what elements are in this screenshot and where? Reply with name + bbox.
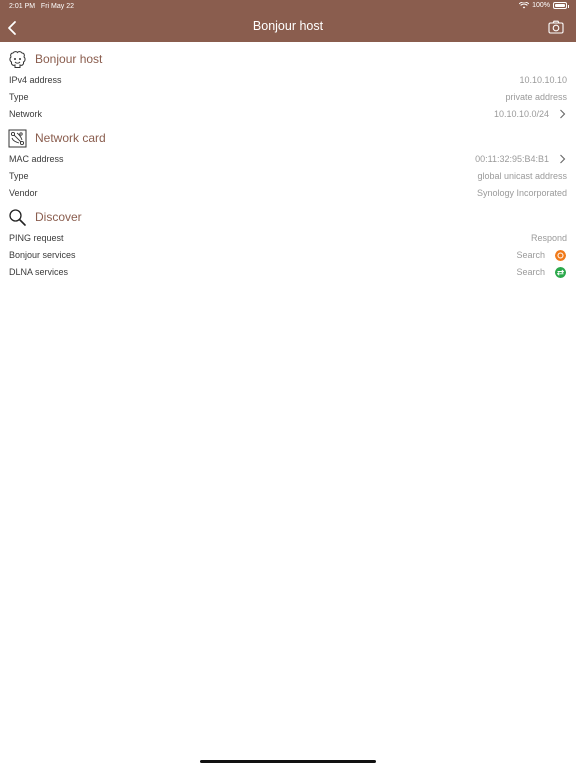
bonjour-icon xyxy=(9,51,26,68)
status-right: 100% xyxy=(519,2,569,9)
info-row-bonjour-services[interactable]: Bonjour services Search xyxy=(0,247,576,264)
home-indicator[interactable] xyxy=(200,760,376,763)
row-value: 00:11:32:95:B4:B1 xyxy=(475,154,549,164)
row-label: Type xyxy=(9,171,29,181)
dlna-badge-icon[interactable] xyxy=(555,267,566,278)
page-title: Bonjour host xyxy=(252,19,324,33)
row-label: Bonjour services xyxy=(9,250,76,260)
row-value: global unicast address xyxy=(477,171,567,181)
row-value: 10.10.10.0/24 xyxy=(493,109,549,119)
row-value: private address xyxy=(505,92,567,102)
status-time: 2:01 PM xyxy=(9,3,36,10)
row-label: IPv4 address xyxy=(9,75,62,85)
navigation-bar: Bonjour host xyxy=(0,14,576,42)
section-header: Bonjour host xyxy=(0,48,576,72)
wifi-icon xyxy=(519,2,530,9)
info-row-vendor: Vendor Synology Incorporated xyxy=(0,185,576,202)
row-label: DLNA services xyxy=(9,267,69,277)
info-row-dlna-services[interactable]: DLNA services Search xyxy=(0,264,576,281)
section-header: Network card xyxy=(0,127,576,151)
magnifier-icon xyxy=(9,209,26,226)
status-date: Fri May 22 xyxy=(40,3,74,10)
info-row-type: Type global unicast address xyxy=(0,168,576,185)
chevron-right-icon[interactable] xyxy=(559,154,566,164)
section-header: Discover xyxy=(0,206,576,230)
info-row-mac[interactable]: MAC address 00:11:32:95:B4:B1 xyxy=(0,151,576,168)
row-value: 10.10.10.10 xyxy=(519,75,567,85)
section-bonjour-host: Bonjour host IPv4 address 10.10.10.10 Ty… xyxy=(0,48,576,123)
section-network-card: Network card MAC address 00:11:32:95:B4:… xyxy=(0,127,576,202)
row-label: Network xyxy=(9,109,43,119)
row-value: Search xyxy=(516,267,545,277)
row-label: Vendor xyxy=(9,188,38,198)
status-time-date: 2:01 PM Fri May 22 xyxy=(9,3,74,10)
info-row-network[interactable]: Network 10.10.10.0/24 xyxy=(0,106,576,123)
info-row-ipv4: IPv4 address 10.10.10.10 xyxy=(0,72,576,89)
network-card-icon xyxy=(8,129,27,148)
row-value: Search xyxy=(516,250,545,260)
info-row-type: Type private address xyxy=(0,89,576,106)
battery-percent: 100% xyxy=(532,2,550,9)
camera-icon[interactable] xyxy=(548,20,564,34)
section-title: Bonjour host xyxy=(35,52,103,66)
section-discover: Discover PING request Respond Bonjour se… xyxy=(0,206,576,281)
info-row-ping[interactable]: PING request Respond xyxy=(0,230,576,247)
top-bar: 2:01 PM Fri May 22 100% Bonjour host xyxy=(0,0,576,42)
chevron-right-icon[interactable] xyxy=(559,109,566,119)
bonjour-badge-icon[interactable] xyxy=(555,250,566,261)
battery-icon xyxy=(553,2,569,9)
row-label: MAC address xyxy=(9,154,64,164)
row-label: Type xyxy=(9,92,29,102)
row-label: PING request xyxy=(9,233,64,243)
row-value: Synology Incorporated xyxy=(476,188,567,198)
row-value: Respond xyxy=(530,233,567,243)
section-title: Discover xyxy=(35,210,82,224)
status-bar: 2:01 PM Fri May 22 100% xyxy=(0,0,576,14)
section-title: Network card xyxy=(35,131,106,145)
